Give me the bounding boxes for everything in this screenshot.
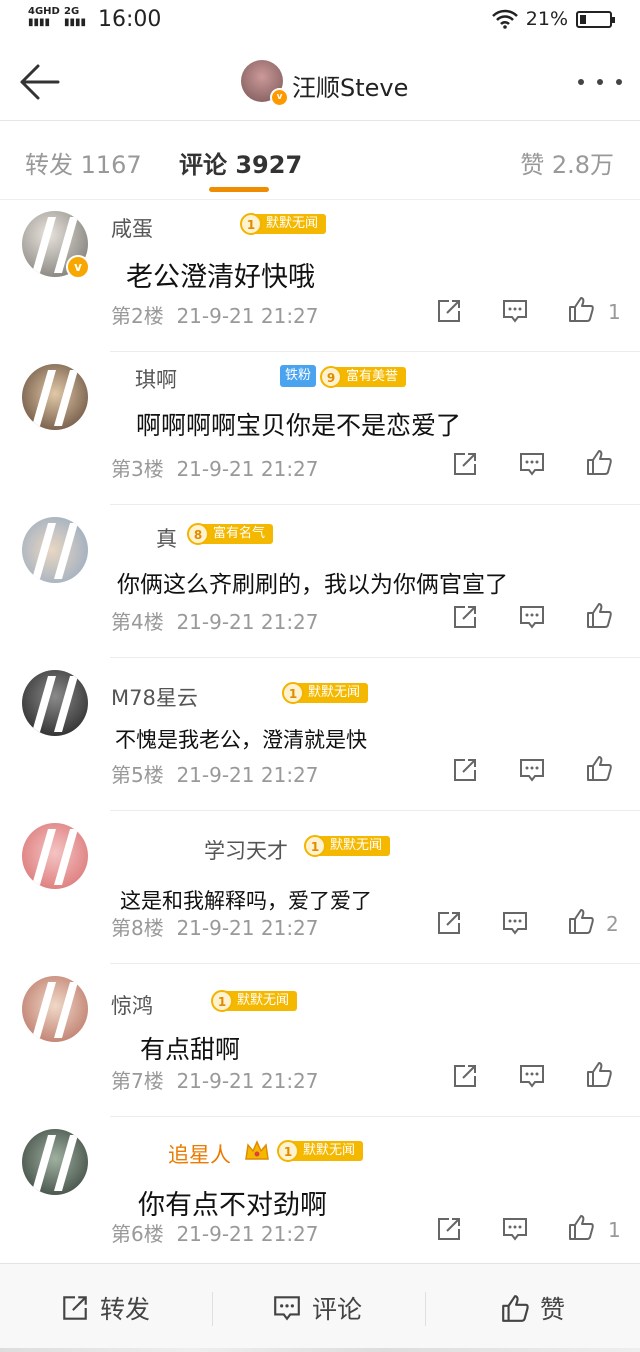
status-time: 16:00	[98, 7, 162, 32]
wifi-icon	[491, 9, 518, 29]
comment-meta: 第5楼 21-9-21 21:27	[111, 763, 319, 787]
tab-bar: 转发 1167 评论 3927 赞 2.8万	[0, 121, 640, 200]
status-bar: 4GHD ▮▮▮▮ 2G ▮▮▮▮ 16:00 21%	[0, 0, 640, 44]
user-avatar[interactable]	[22, 1129, 88, 1195]
comment-text: 你有点不对劲啊	[138, 1190, 327, 1221]
repost-label: 转发	[100, 1295, 151, 1324]
share-icon[interactable]	[451, 603, 479, 631]
comment-text: 不愧是我老公，澄清就是快	[115, 728, 367, 752]
user-name[interactable]: 咸蛋	[111, 213, 153, 243]
share-icon[interactable]	[451, 756, 479, 784]
comment-item: M78星云 1 默默无闻 不愧是我老公，澄清就是快 第5楼 21-9-21 21:…	[0, 658, 640, 811]
fan-level-badge[interactable]: 1 默默无闻	[304, 834, 391, 858]
share-icon[interactable]	[435, 1215, 463, 1243]
comment-label: 评论	[312, 1295, 363, 1324]
user-name[interactable]: M78星云	[111, 682, 198, 712]
battery-percent: 21%	[525, 8, 568, 30]
user-name[interactable]: 追星人	[168, 1139, 231, 1169]
comment-meta: 第4楼 21-9-21 21:27	[111, 610, 319, 634]
like-count: 2	[606, 912, 619, 936]
comment-button[interactable]: 评论	[272, 1290, 362, 1326]
user-avatar[interactable]	[22, 976, 88, 1042]
like-thumb-icon[interactable]	[585, 754, 613, 782]
share-icon[interactable]	[435, 909, 463, 937]
fan-level-badge[interactable]: 1 默默无闻	[277, 1139, 364, 1163]
comment-list: v 咸蛋 1 默默无闻 老公澄清好快哦 第2楼 21-9-21 21:27 1 琪…	[0, 199, 640, 1270]
network-4g-indicator: 4GHD ▮▮▮▮	[28, 6, 60, 28]
like-thumb-icon[interactable]	[567, 295, 595, 323]
tab-comments[interactable]: 评论 3927	[179, 145, 302, 180]
comment-item: 琪啊 铁粉 9 富有美誉 啊啊啊啊宝贝你是不是恋爱了 第3楼 21-9-21 21…	[0, 352, 640, 505]
comment-item: 追星人 1 默默无闻 你有点不对劲啊 第6楼 21-9-21 21:27 1	[0, 1117, 640, 1270]
reply-icon[interactable]	[518, 450, 546, 478]
like-label: 赞	[540, 1295, 566, 1324]
comment-meta: 第8楼 21-9-21 21:27	[111, 916, 319, 940]
fan-level-badge[interactable]: 8 富有名气	[187, 522, 274, 546]
fan-level-badge[interactable]: 1 默默无闻	[240, 212, 327, 236]
comment-meta: 第7楼 21-9-21 21:27	[111, 1069, 319, 1093]
comment-text: 有点甜啊	[140, 1035, 241, 1064]
reply-icon[interactable]	[518, 603, 546, 631]
comment-item: 惊鸿 1 默默无闻 有点甜啊 第7楼 21-9-21 21:27	[0, 964, 640, 1117]
user-name[interactable]: 琪啊	[135, 364, 177, 394]
user-avatar[interactable]	[22, 823, 88, 889]
user-name[interactable]: 惊鸿	[111, 990, 153, 1020]
like-thumb-icon[interactable]	[585, 601, 613, 629]
repost-icon	[63, 1296, 87, 1320]
network-2g-indicator: 2G ▮▮▮▮	[64, 6, 87, 28]
share-icon[interactable]	[451, 450, 479, 478]
like-thumb-icon[interactable]	[585, 1060, 613, 1088]
tab-likes[interactable]: 赞 2.8万	[520, 145, 614, 180]
like-thumb-icon[interactable]	[585, 448, 613, 476]
reply-icon[interactable]	[501, 1215, 529, 1243]
bottom-action-bar: 转发 评论 赞	[0, 1263, 640, 1352]
fan-tag[interactable]: 铁粉	[280, 365, 317, 387]
like-thumb-icon	[502, 1295, 529, 1322]
reply-icon[interactable]	[501, 297, 529, 325]
comment-item: 真 8 富有名气 你俩这么齐刷刷的，我以为你俩官宣了 第4楼 21-9-21 21…	[0, 505, 640, 658]
comment-meta: 第2楼 21-9-21 21:27	[111, 304, 319, 328]
share-icon[interactable]	[451, 1062, 479, 1090]
like-thumb-icon[interactable]	[567, 907, 595, 935]
active-tab-indicator	[209, 187, 269, 192]
back-arrow-icon[interactable]	[18, 62, 62, 102]
comment-text: 啊啊啊啊宝贝你是不是恋爱了	[136, 411, 462, 440]
user-avatar[interactable]	[22, 670, 88, 736]
fan-level-badge[interactable]: 1 默默无闻	[282, 681, 369, 705]
nav-bar: v 汪顺Steve	[0, 44, 640, 121]
repost-button[interactable]: 转发	[60, 1290, 150, 1326]
user-name[interactable]: 真	[156, 523, 177, 553]
comment-text: 你俩这么齐刷刷的，我以为你俩官宣了	[117, 572, 508, 598]
comment-text: 这是和我解释吗，爱了爱了	[120, 889, 372, 913]
like-button[interactable]: 赞	[500, 1290, 565, 1326]
tab-repost[interactable]: 转发 1167	[25, 145, 142, 180]
comment-item: 学习天才 1 默默无闻 这是和我解释吗，爱了爱了 第8楼 21-9-21 21:2…	[0, 811, 640, 964]
battery-icon	[576, 10, 615, 28]
comment-text: 老公澄清好快哦	[126, 262, 315, 293]
fan-level-badge[interactable]: 1 默默无闻	[211, 989, 298, 1013]
like-count: 1	[608, 1218, 621, 1242]
like-thumb-icon[interactable]	[567, 1213, 595, 1241]
reply-icon[interactable]	[518, 1062, 546, 1090]
crown-icon	[245, 1140, 269, 1160]
reply-icon[interactable]	[518, 756, 546, 784]
verified-badge-icon: v	[270, 88, 289, 107]
comment-meta: 第6楼 21-9-21 21:27	[111, 1222, 319, 1246]
share-icon[interactable]	[435, 297, 463, 325]
comment-icon	[274, 1296, 300, 1321]
reply-icon[interactable]	[501, 909, 529, 937]
fan-level-badge[interactable]: 9 富有美誉	[320, 365, 407, 389]
like-count: 1	[608, 300, 621, 324]
user-avatar[interactable]	[22, 364, 88, 430]
user-name[interactable]: 学习天才	[204, 835, 288, 865]
page-title[interactable]: 汪顺Steve	[292, 68, 408, 103]
comment-item: v 咸蛋 1 默默无闻 老公澄清好快哦 第2楼 21-9-21 21:27 1	[0, 199, 640, 352]
comment-meta: 第3楼 21-9-21 21:27	[111, 457, 319, 481]
more-options-icon[interactable]	[578, 64, 622, 100]
verified-badge-icon: v	[66, 255, 90, 279]
user-avatar[interactable]	[22, 517, 88, 583]
